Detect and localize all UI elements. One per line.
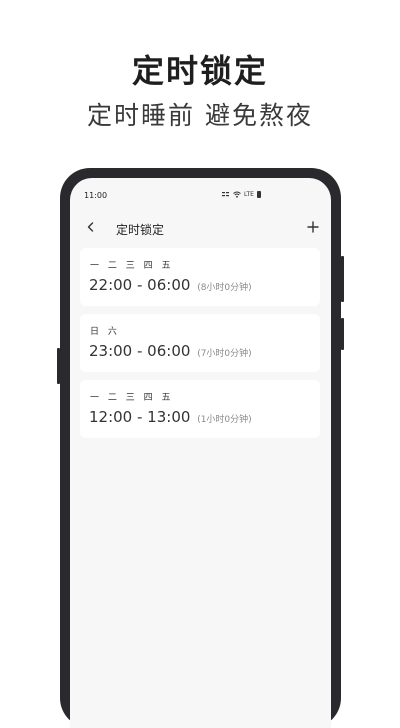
phone-side-button — [341, 318, 344, 350]
phone-side-button — [57, 348, 60, 384]
battery-icon — [256, 191, 261, 198]
promo-subline: 定时睡前 避免熬夜 — [87, 101, 313, 130]
schedule-range-text: 12:00 - 13:00 — [89, 408, 191, 426]
schedule-duration: (8小时0分钟) — [197, 283, 252, 293]
schedule-days: 日 六 — [90, 327, 120, 337]
schedule-range-text: 23:00 - 06:00 — [89, 342, 191, 360]
status-bar: 11:00 LTE — [70, 178, 331, 212]
promo-headline: 定时锁定 — [131, 52, 268, 90]
schedule-time-range: 23:00 - 06:00 (7小时0分钟) — [89, 342, 252, 360]
schedule-card[interactable]: 日 六 23:00 - 06:00 (7小时0分钟) — [80, 314, 320, 372]
schedule-days: 一 二 三 四 五 — [90, 261, 174, 271]
signal-label: LTE — [244, 191, 254, 198]
plus-icon[interactable] — [303, 217, 323, 237]
schedule-days: 一 二 三 四 五 — [90, 393, 174, 403]
page-title: 定时锁定 — [116, 223, 165, 237]
status-icons: LTE — [222, 191, 261, 198]
schedule-time-range: 12:00 - 13:00 (1小时0分钟) — [89, 408, 252, 426]
app-bar: 定时锁定 — [70, 214, 331, 242]
wifi-icon — [233, 191, 241, 198]
status-time: 11:00 — [84, 191, 108, 200]
chevron-left-icon[interactable] — [82, 218, 100, 236]
schedule-duration: (1小时0分钟) — [197, 415, 252, 425]
phone-side-button — [341, 256, 344, 302]
data-speed-icon — [222, 192, 229, 197]
schedule-duration: (7小时0分钟) — [197, 349, 252, 359]
schedule-card[interactable]: 一 二 三 四 五 22:00 - 06:00 (8小时0分钟) — [80, 248, 320, 306]
schedule-time-range: 22:00 - 06:00 (8小时0分钟) — [89, 276, 252, 294]
phone-frame: 11:00 LTE 定时锁定 一 二 三 四 五 22:00 - 06:00 (… — [57, 168, 344, 728]
schedule-range-text: 22:00 - 06:00 — [89, 276, 191, 294]
phone-screen: 11:00 LTE 定时锁定 一 二 三 四 五 22:00 - 06:00 (… — [70, 178, 331, 728]
schedule-card[interactable]: 一 二 三 四 五 12:00 - 13:00 (1小时0分钟) — [80, 380, 320, 438]
